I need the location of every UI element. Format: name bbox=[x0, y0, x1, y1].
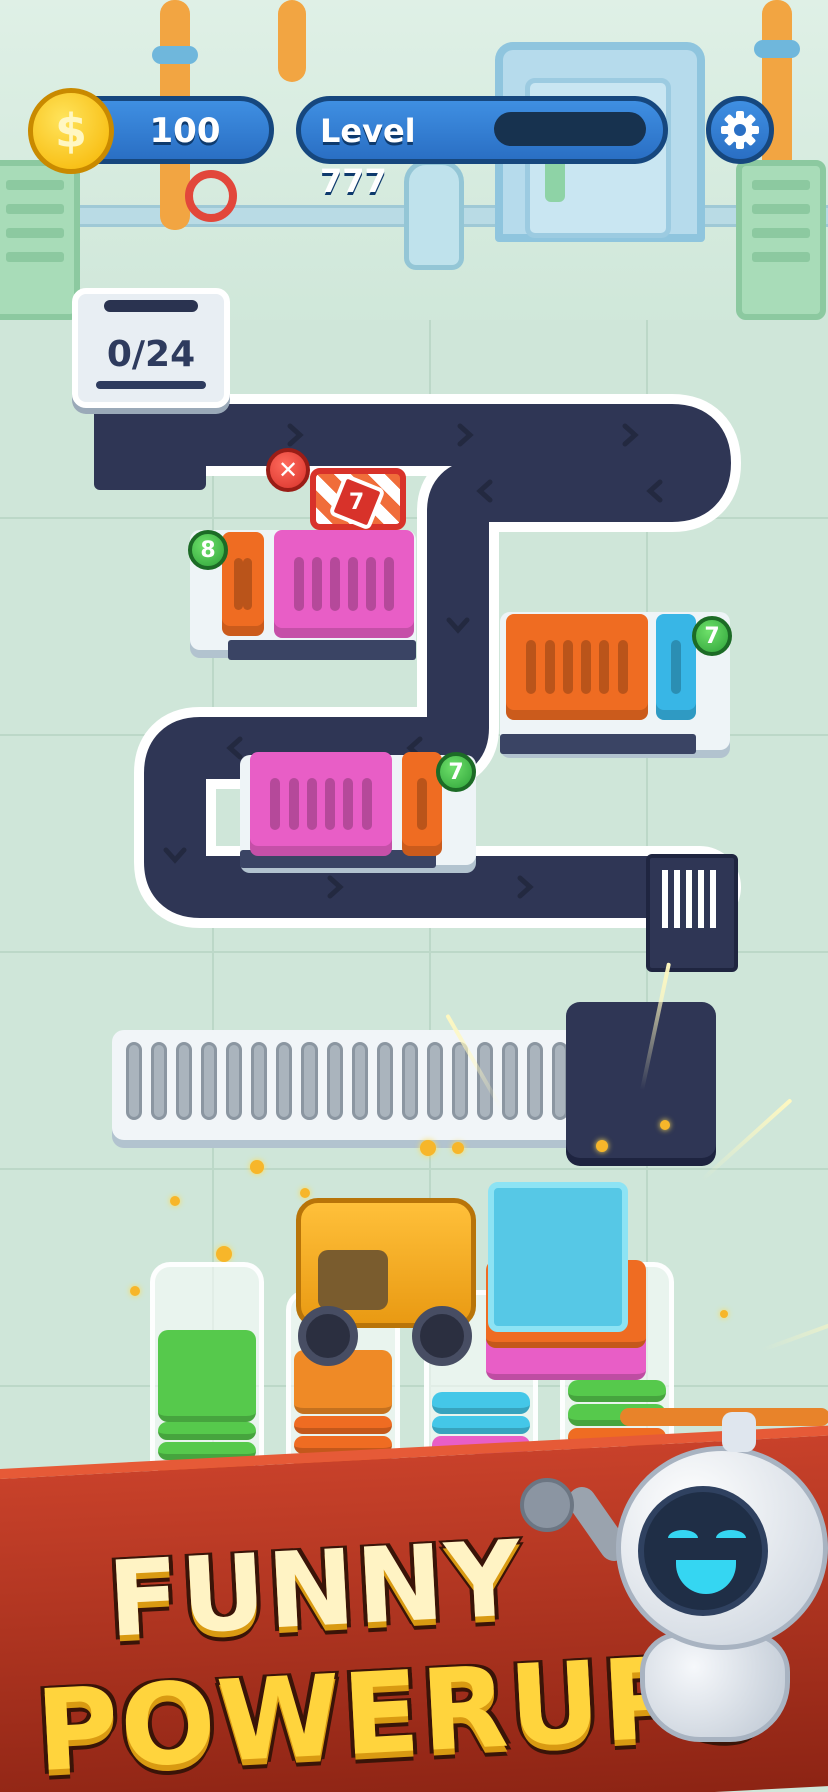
crate[interactable] bbox=[506, 614, 648, 720]
collector-slot bbox=[351, 1042, 368, 1120]
crate-count-badge: 7 bbox=[692, 616, 732, 656]
crate-slot bbox=[581, 640, 592, 694]
stack-plate bbox=[294, 1416, 392, 1434]
robot-face bbox=[638, 1486, 768, 1616]
crate-slot bbox=[294, 556, 304, 612]
crate-slot bbox=[343, 777, 354, 831]
robot-eye bbox=[716, 1530, 746, 1546]
collector-slot bbox=[301, 1042, 318, 1120]
spark bbox=[420, 1140, 436, 1156]
crate-slot bbox=[384, 556, 394, 612]
stack-plate bbox=[568, 1380, 666, 1402]
robot-hand bbox=[520, 1478, 574, 1532]
forklift-wheel bbox=[298, 1306, 358, 1366]
spark bbox=[216, 1246, 232, 1262]
collector-slot bbox=[527, 1042, 544, 1120]
shelf-base bbox=[228, 640, 416, 660]
crate-slot bbox=[348, 556, 358, 612]
crate[interactable] bbox=[656, 614, 696, 720]
crate-slot bbox=[325, 777, 336, 831]
stack-plate bbox=[432, 1416, 530, 1434]
crate-slot bbox=[288, 777, 299, 831]
collector-slot bbox=[276, 1042, 293, 1120]
spark bbox=[130, 1286, 140, 1296]
crate-slot bbox=[243, 557, 252, 611]
crate-slot bbox=[330, 556, 340, 612]
robot-eye bbox=[668, 1530, 698, 1546]
crate-slot bbox=[526, 640, 537, 694]
collector-slot bbox=[226, 1042, 243, 1120]
counter-slot bbox=[104, 300, 198, 312]
robot-propeller-hub bbox=[722, 1412, 756, 1452]
stack-plate bbox=[432, 1392, 530, 1414]
collection-rail bbox=[112, 1030, 582, 1140]
spark bbox=[720, 1310, 728, 1318]
stack-plate bbox=[158, 1422, 256, 1440]
crate-slot bbox=[417, 777, 427, 831]
counter-underline bbox=[96, 381, 206, 389]
collector-slot bbox=[326, 1042, 343, 1120]
forklift-cab bbox=[318, 1250, 388, 1310]
crate[interactable] bbox=[274, 530, 414, 638]
collector-slot bbox=[126, 1042, 143, 1120]
collector-slot bbox=[501, 1042, 518, 1120]
spark bbox=[596, 1140, 608, 1152]
spark bbox=[300, 1188, 310, 1198]
crate-slot bbox=[671, 640, 681, 694]
crate-slot bbox=[361, 777, 372, 831]
collector-slot bbox=[376, 1042, 393, 1120]
collector-slot bbox=[451, 1042, 468, 1120]
crate-slot bbox=[599, 640, 610, 694]
collector-slot bbox=[426, 1042, 443, 1120]
collector-slot bbox=[401, 1042, 418, 1120]
shelf-base bbox=[500, 734, 696, 754]
close-icon[interactable]: ✕ bbox=[266, 448, 310, 492]
crate-slot bbox=[617, 640, 628, 694]
goal-counter: 0/24 bbox=[106, 334, 196, 375]
forklift-wheel bbox=[412, 1306, 472, 1366]
collector-slot bbox=[176, 1042, 193, 1120]
crate-count-badge: 7 bbox=[436, 752, 476, 792]
crate-slot bbox=[366, 556, 376, 612]
stack-plate bbox=[158, 1330, 256, 1422]
crate[interactable] bbox=[250, 752, 392, 856]
conveyor-exit-grate bbox=[646, 854, 738, 972]
crate-slot bbox=[312, 556, 322, 612]
spark bbox=[660, 1120, 670, 1130]
collector-slot bbox=[201, 1042, 218, 1120]
crate-slot bbox=[562, 640, 573, 694]
collector-slot bbox=[151, 1042, 168, 1120]
crate-slot bbox=[544, 640, 555, 694]
spawner-base bbox=[94, 400, 206, 490]
spark bbox=[250, 1160, 264, 1174]
crate-count-badge: 8 bbox=[188, 530, 228, 570]
lifted-stack-plate bbox=[488, 1182, 628, 1332]
crate-slot bbox=[234, 557, 243, 611]
promo-title-line1: FUNNY bbox=[105, 1517, 526, 1661]
spark bbox=[170, 1196, 180, 1206]
crate-slot bbox=[270, 777, 281, 831]
spark bbox=[452, 1142, 464, 1154]
crate-slot bbox=[306, 777, 317, 831]
collector-slot bbox=[251, 1042, 268, 1120]
crate[interactable] bbox=[222, 532, 264, 636]
